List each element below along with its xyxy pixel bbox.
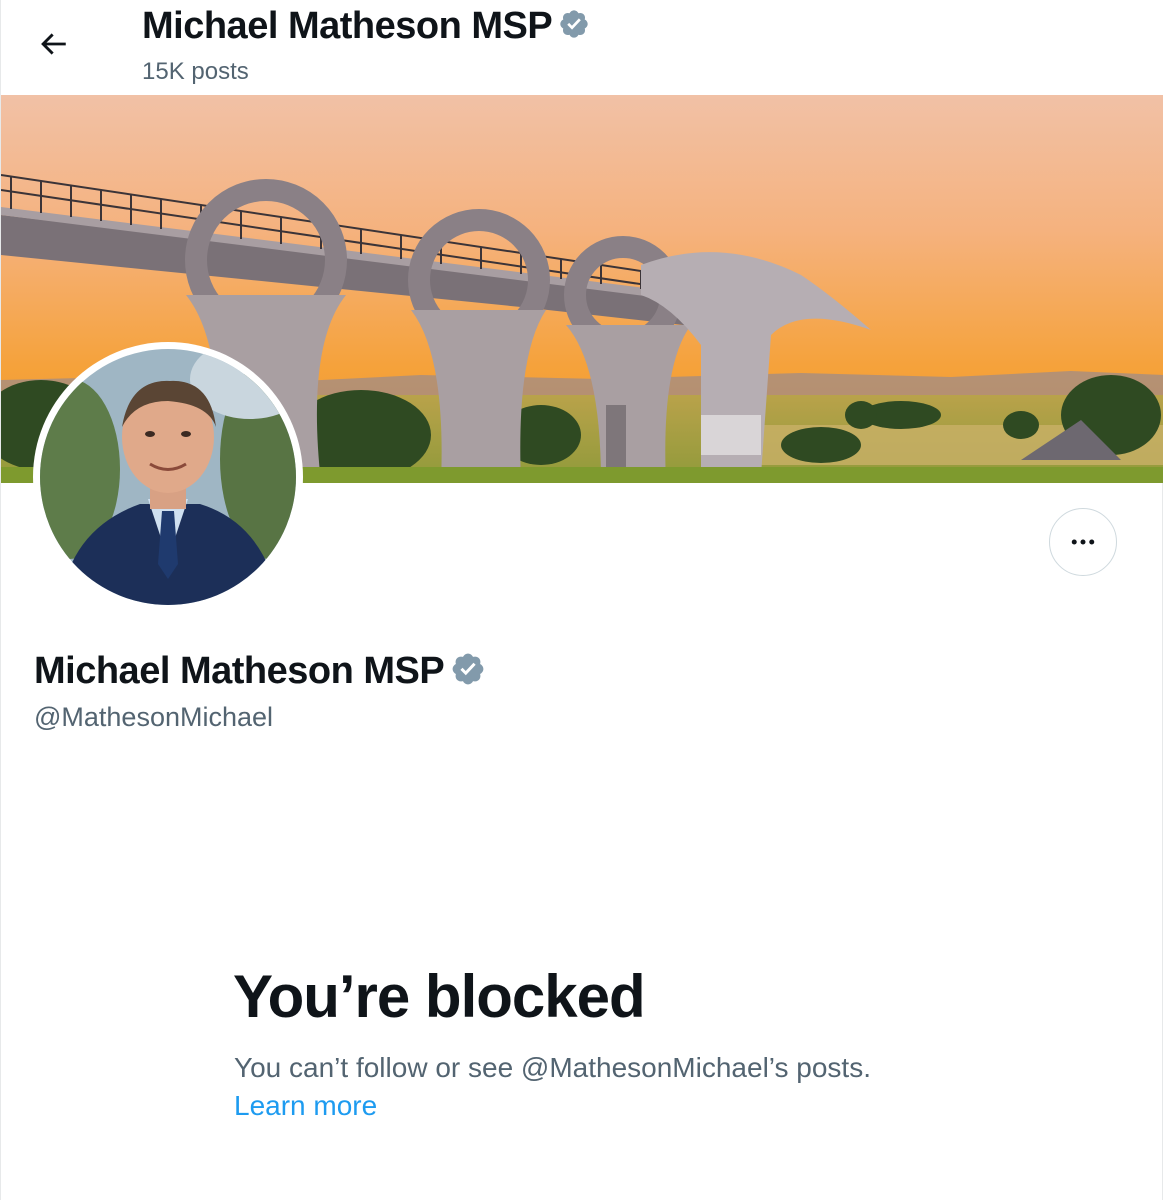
profile-handle: @MathesonMichael [34,702,274,732]
profile-page: Michael Matheson MSP 15K posts Michael M… [0,0,1163,1200]
profile-display-name: Michael Matheson MSP [34,649,445,692]
post-count: 15K posts [142,58,249,85]
profile-avatar[interactable] [33,342,303,612]
arrow-left-icon [41,33,66,55]
top-bar: Michael Matheson MSP 15K posts [1,0,1163,95]
back-button[interactable] [23,20,83,68]
verified-badge-icon[interactable] [450,651,486,692]
learn-more-link[interactable]: Learn more [234,1090,377,1122]
header-title-row: Michael Matheson MSP [142,4,590,48]
blocked-title: You’re blocked [233,963,646,1030]
more-horizontal-icon [1071,539,1095,545]
blocked-message: You can’t follow or see @MathesonMichael… [234,1052,871,1083]
header-title: Michael Matheson MSP [142,4,553,47]
profile-name-row: Michael Matheson MSP [34,648,486,694]
avatar-photo [40,349,296,605]
verified-badge-icon [558,8,590,45]
more-button[interactable] [1049,508,1117,576]
